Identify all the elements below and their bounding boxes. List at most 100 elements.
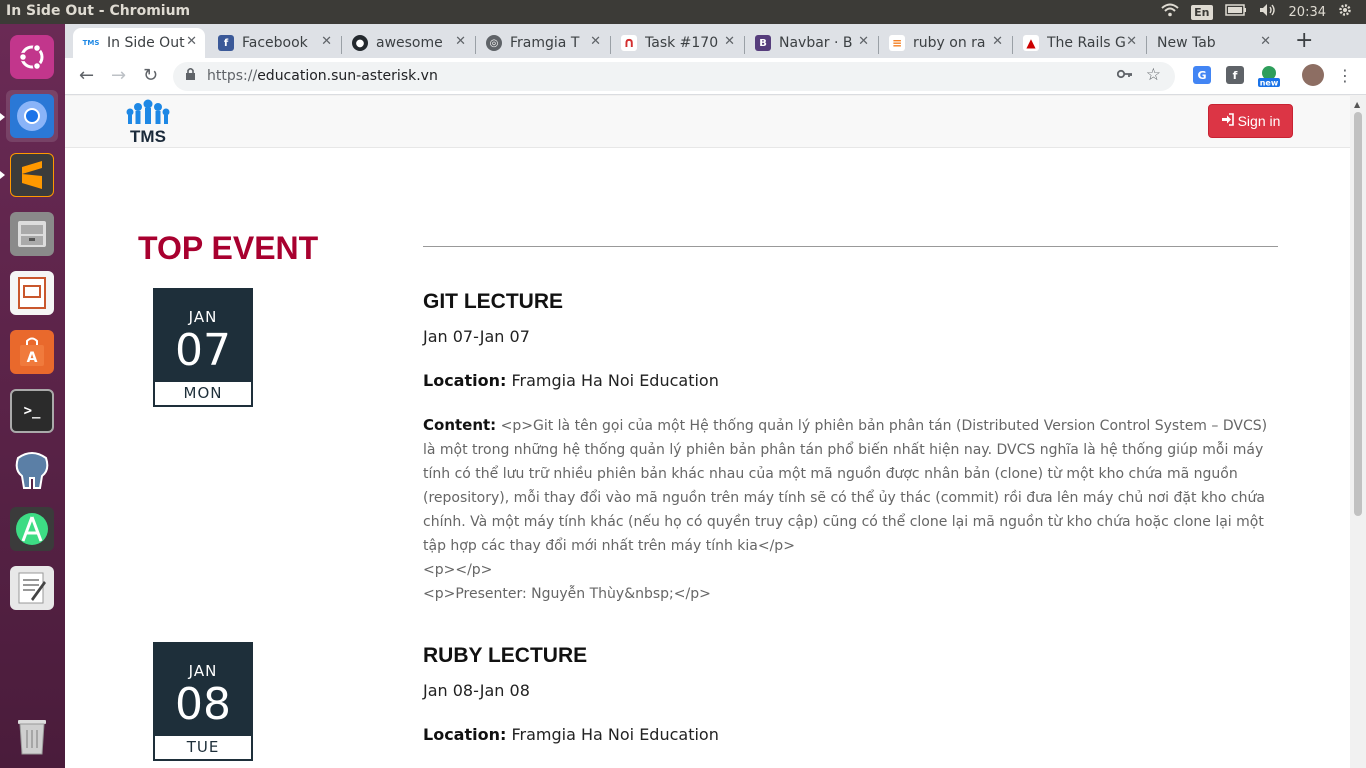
launcher-text-editor[interactable]: [6, 562, 58, 614]
os-top-bar: In Side Out - Chromium En 20:34: [0, 0, 1366, 24]
launcher-android-studio[interactable]: [6, 503, 58, 555]
svg-text:new: new: [1260, 79, 1279, 88]
event-weekday: MON: [155, 382, 251, 405]
lock-icon[interactable]: [185, 67, 196, 84]
launcher-files[interactable]: [6, 208, 58, 260]
tab-close-icon[interactable]: ✕: [455, 34, 466, 49]
event-location: Location: Framgia Ha Noi Education: [423, 371, 719, 390]
facebook-icon: f: [218, 35, 234, 51]
launcher-sublime-text[interactable]: [6, 149, 58, 201]
menu-kebab-icon[interactable]: ⋮: [1337, 66, 1353, 85]
tab-close-icon[interactable]: ✕: [1126, 34, 1137, 49]
bootstrap-icon: B: [755, 35, 771, 51]
tab-close-icon[interactable]: ✕: [724, 34, 735, 49]
new-extension-icon[interactable]: new: [1258, 65, 1280, 87]
address-bar[interactable]: https://education.sun-asterisk.vn ☆: [173, 62, 1175, 91]
google-translate-icon[interactable]: G: [1193, 66, 1211, 84]
tab-close-icon[interactable]: ✕: [590, 34, 601, 49]
redmine-icon: ∩: [621, 35, 637, 51]
tab-close-icon[interactable]: ✕: [858, 34, 869, 49]
tab-close-icon[interactable]: ✕: [992, 34, 1003, 49]
event-month: JAN: [188, 308, 218, 326]
site-navbar: TMS Sign in: [65, 96, 1350, 148]
facebook-extension-icon[interactable]: f: [1226, 66, 1244, 84]
tab-awesome[interactable]: ● awesome ✕: [342, 28, 474, 58]
sign-in-label: Sign in: [1237, 113, 1281, 129]
tab-close-icon[interactable]: ✕: [186, 34, 197, 49]
new-tab-plus-icon[interactable]: +: [1295, 28, 1313, 53]
tab-in-side-out[interactable]: TMS In Side Out ✕: [73, 28, 205, 58]
tab-task[interactable]: ∩ Task #170 ✕: [611, 28, 743, 58]
scroll-up-arrow-icon[interactable]: ▲: [1354, 100, 1360, 109]
location-label: Location:: [423, 371, 507, 390]
launcher-ubuntu-dash[interactable]: [6, 31, 58, 83]
launcher-chromium[interactable]: [6, 90, 58, 142]
settings-gear-icon[interactable]: [1338, 3, 1352, 21]
event-date-range: Jan 07-Jan 07: [423, 327, 530, 346]
window-title: In Side Out - Chromium: [6, 3, 191, 19]
content-text: <p>Presenter: Nguyễn Thùy&nbsp;</p>: [423, 586, 711, 602]
scrollbar-thumb[interactable]: [1354, 112, 1362, 516]
reload-icon[interactable]: ↻: [143, 65, 158, 86]
ubuntu-logo-icon: [10, 35, 54, 79]
tms-logo[interactable]: TMS: [123, 98, 173, 146]
tab-close-icon[interactable]: ✕: [321, 34, 332, 49]
launcher-software-center[interactable]: A: [6, 326, 58, 378]
file-cabinet-icon: [10, 212, 54, 256]
terminal-icon: >_: [10, 389, 54, 433]
content-label: Content:: [423, 416, 497, 434]
globe-icon: ◎: [486, 35, 502, 51]
unity-launcher: A >_: [0, 24, 65, 768]
volume-icon[interactable]: [1259, 3, 1277, 21]
launcher-trash[interactable]: [6, 710, 58, 762]
event-day: 07: [175, 325, 231, 376]
github-icon: ●: [352, 35, 368, 51]
tab-close-icon[interactable]: ✕: [1260, 34, 1271, 49]
tab-ruby-on-rails[interactable]: ≡ ruby on ra ✕: [879, 28, 1011, 58]
chromium-icon: [10, 94, 54, 138]
trash-icon: [10, 714, 54, 758]
android-studio-icon: [10, 507, 54, 551]
browser-toolbar: ← → ↻ https://education.sun-asterisk.vn …: [65, 58, 1366, 95]
location-value: Framgia Ha Noi Education: [511, 725, 719, 744]
event-date-range: Jan 08-Jan 08: [423, 681, 530, 700]
tab-new-tab[interactable]: New Tab ✕: [1147, 28, 1279, 58]
system-tray: En 20:34: [1161, 0, 1366, 24]
tab-facebook[interactable]: f Facebook ✕: [208, 28, 340, 58]
event-title[interactable]: RUBY LECTURE: [423, 644, 587, 668]
battery-icon[interactable]: [1224, 4, 1247, 20]
event-day: 08: [175, 679, 231, 730]
launcher-impress[interactable]: [6, 267, 58, 319]
shopping-bag-icon: A: [10, 330, 54, 374]
tms-favicon-icon: TMS: [83, 35, 99, 51]
text-editor-icon: [10, 566, 54, 610]
launcher-terminal[interactable]: >_: [6, 385, 58, 437]
page-scrollbar[interactable]: ▲: [1350, 96, 1366, 768]
profile-avatar[interactable]: [1302, 64, 1324, 86]
presentation-icon: [10, 271, 54, 315]
wifi-icon[interactable]: [1161, 3, 1179, 21]
svg-text:TMS: TMS: [130, 127, 166, 146]
launcher-pgadmin[interactable]: [6, 444, 58, 496]
tab-navbar-bootstrap[interactable]: B Navbar · B ✕: [745, 28, 877, 58]
event-content: Content: <p>Git là tên gọi của một Hệ th…: [423, 413, 1281, 606]
rails-icon: ▲: [1023, 35, 1039, 51]
section-title: TOP EVENT: [138, 230, 319, 266]
sign-in-button[interactable]: Sign in: [1208, 104, 1293, 138]
bookmark-star-icon[interactable]: ☆: [1146, 65, 1161, 85]
event-title[interactable]: GIT LECTURE: [423, 290, 563, 314]
event-location: Location: Framgia Ha Noi Education: [423, 725, 719, 744]
clock[interactable]: 20:34: [1289, 5, 1326, 20]
web-page: TMS Sign in TOP EVENT JAN 07 MON GIT LEC…: [65, 96, 1350, 768]
elephant-icon: [10, 448, 54, 492]
sign-in-icon: [1221, 113, 1234, 129]
sublime-text-icon: [10, 153, 54, 197]
back-arrow-icon[interactable]: ←: [79, 65, 94, 86]
location-label: Location:: [423, 725, 507, 744]
tab-framgia[interactable]: ◎ Framgia T ✕: [476, 28, 609, 58]
tab-rails-guides[interactable]: ▲ The Rails G ✕: [1013, 28, 1145, 58]
forward-arrow-icon[interactable]: →: [111, 65, 126, 86]
url-text[interactable]: https://education.sun-asterisk.vn: [207, 68, 438, 84]
key-icon[interactable]: [1116, 67, 1133, 83]
keyboard-language-indicator[interactable]: En: [1191, 4, 1213, 20]
